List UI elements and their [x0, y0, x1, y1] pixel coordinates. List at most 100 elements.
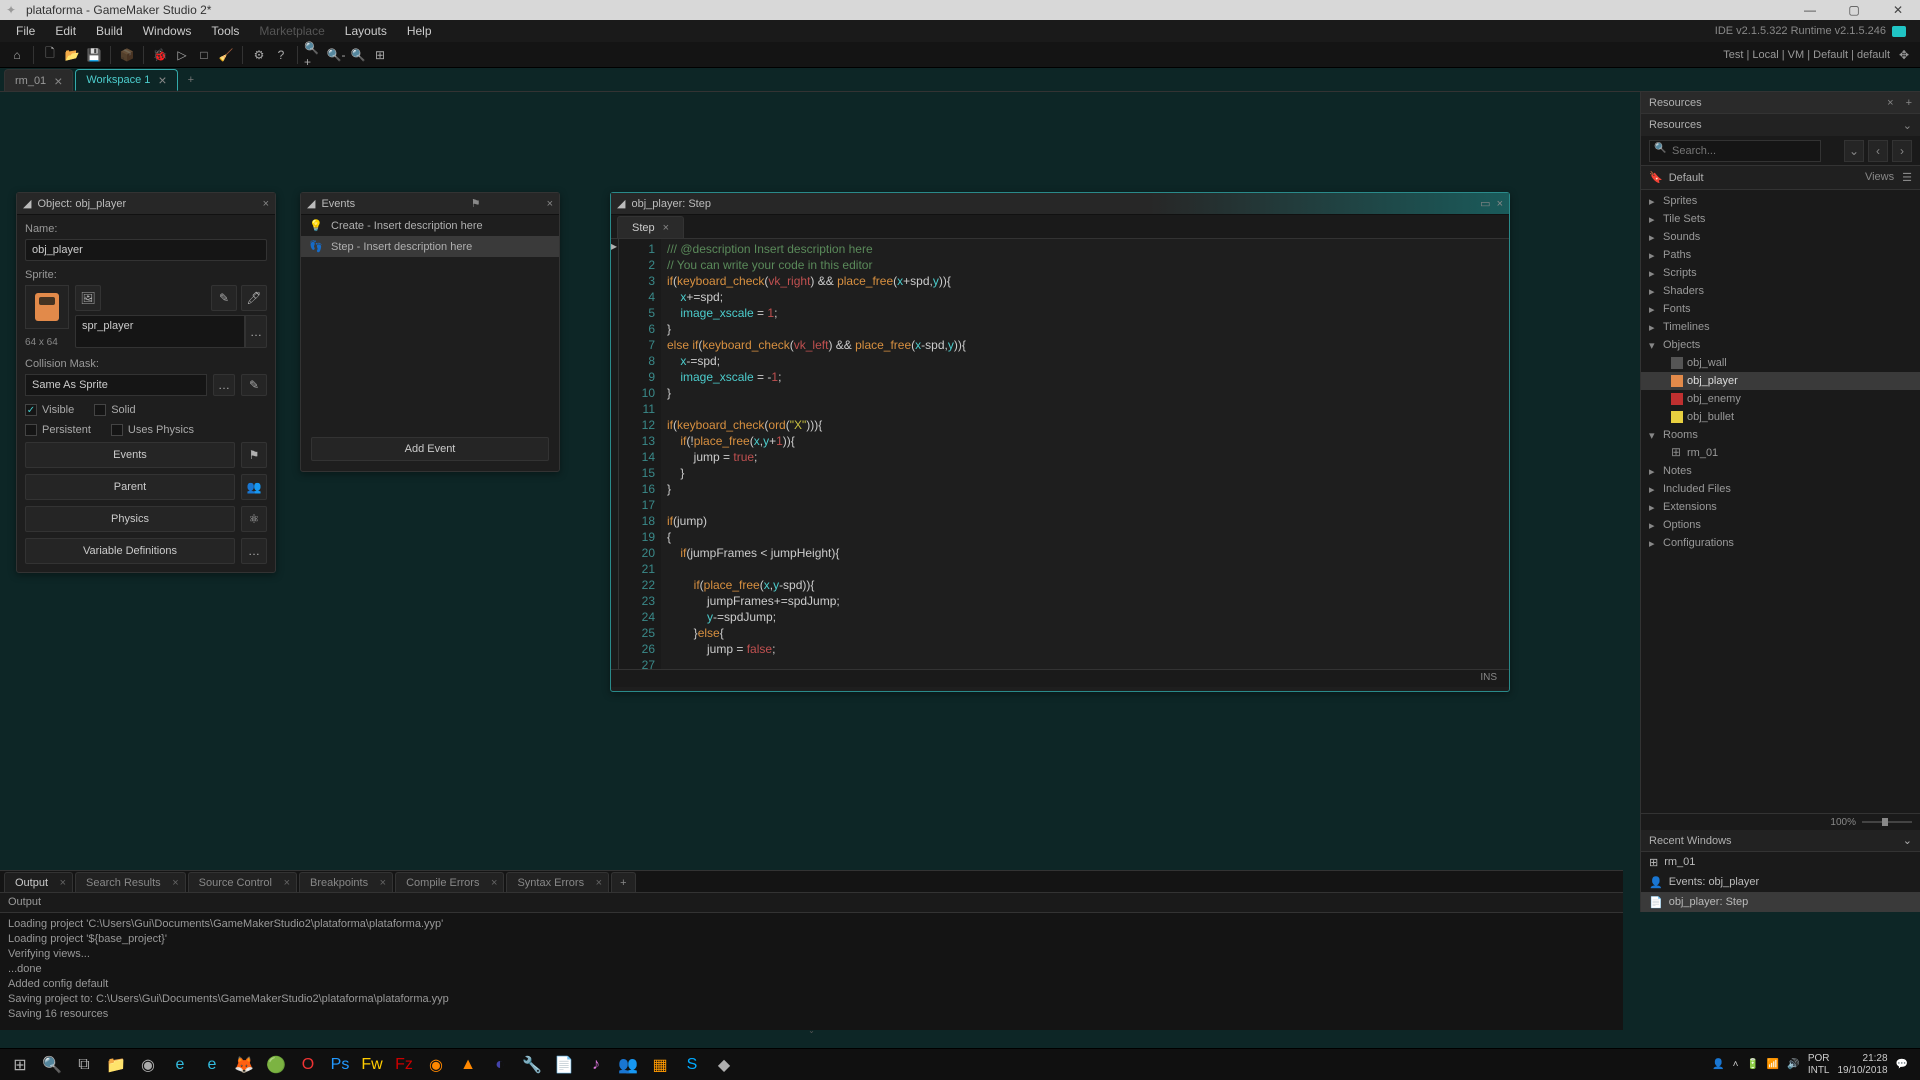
events-button[interactable]: Events	[25, 442, 235, 468]
open-project-button[interactable]: 📂	[62, 45, 82, 65]
stop-button[interactable]: □	[194, 45, 214, 65]
output-tab[interactable]: Source Control×	[188, 872, 297, 892]
physics-button[interactable]: Physics	[25, 506, 235, 532]
bookmark-icon[interactable]: 🔖	[1649, 171, 1663, 184]
notification-icon[interactable]	[1892, 26, 1906, 37]
clean-button[interactable]: 🧹	[216, 45, 236, 65]
tray-battery-icon[interactable]: 🔋	[1746, 1059, 1758, 1070]
output-tab[interactable]: Search Results×	[75, 872, 186, 892]
event-item[interactable]: 👣Step - Insert description here	[301, 236, 559, 257]
output-tab[interactable]: Syntax Errors×	[506, 872, 609, 892]
game-options-button[interactable]: ⚙	[249, 45, 269, 65]
tree-folder[interactable]: ▸Notes	[1641, 462, 1920, 480]
menu-windows[interactable]: Windows	[133, 21, 202, 41]
add-output-tab[interactable]: +	[611, 872, 635, 892]
chrome-icon[interactable]: 🟢	[260, 1051, 292, 1079]
tray-volume-icon[interactable]: 🔊	[1787, 1059, 1799, 1070]
target-string[interactable]: Test | Local | VM | Default | default	[1723, 49, 1894, 61]
clock-time[interactable]: 21:28	[1837, 1053, 1887, 1065]
steam-icon[interactable]: ◉	[132, 1051, 164, 1079]
tree-folder[interactable]: ▸Scripts	[1641, 264, 1920, 282]
sprite-select[interactable]: spr_player	[75, 315, 245, 348]
add-event-button[interactable]: Add Event	[311, 437, 549, 461]
eclipse-icon[interactable]: ◐	[484, 1051, 516, 1079]
panel-collapse-icon[interactable]: ◢	[23, 197, 31, 210]
mask-select[interactable]: Same As Sprite	[25, 374, 207, 396]
gamemaker-icon[interactable]: ◆	[708, 1051, 740, 1079]
menu-tools[interactable]: Tools	[201, 21, 249, 41]
search-dropdown-icon[interactable]: ⌄	[1844, 140, 1864, 162]
vardef-icon[interactable]: …	[241, 538, 267, 564]
discord-icon[interactable]: 👥	[612, 1051, 644, 1079]
search-icon[interactable]: 🔍	[36, 1051, 68, 1079]
tree-folder[interactable]: ▸Included Files	[1641, 480, 1920, 498]
ie-icon[interactable]: e	[164, 1051, 196, 1079]
close-icon[interactable]: ×	[158, 72, 166, 88]
mask-edit-button[interactable]: ✎	[241, 374, 267, 396]
output-tab[interactable]: Compile Errors×	[395, 872, 504, 892]
edit-sprite-button[interactable]: ✎	[211, 285, 237, 311]
code-tab-step[interactable]: Step ×	[617, 216, 684, 238]
zoom-slider[interactable]	[1862, 821, 1912, 823]
uses-physics-checkbox[interactable]: Uses Physics	[111, 424, 194, 436]
search-next-button[interactable]: ›	[1892, 140, 1912, 162]
menu-build[interactable]: Build	[86, 21, 133, 41]
save-button[interactable]: 💾	[84, 45, 104, 65]
workspace-canvas[interactable]: ◢ Object: obj_player × Name: Sprite: 64 …	[0, 92, 1225, 647]
persistent-checkbox[interactable]: Persistent	[25, 424, 91, 436]
tray-notifications-icon[interactable]: 💬	[1896, 1059, 1908, 1070]
zoom-in-button[interactable]: 🔍+	[304, 45, 324, 65]
file-explorer-icon[interactable]: 📁	[100, 1051, 132, 1079]
menu-marketplace[interactable]: Marketplace	[249, 21, 334, 41]
filezilla-icon[interactable]: Fz	[388, 1051, 420, 1079]
fold-gutter[interactable]: ▸	[611, 239, 619, 669]
opera-icon[interactable]: O	[292, 1051, 324, 1079]
code-editor[interactable]: ▸ 12345678910111213141516171819202122232…	[611, 239, 1509, 669]
resources-tab[interactable]: Resources × +	[1641, 92, 1920, 114]
close-icon[interactable]: ×	[54, 73, 62, 89]
tray-expand-icon[interactable]: ˄	[1733, 1059, 1739, 1070]
tree-folder[interactable]: ▸Configurations	[1641, 534, 1920, 552]
menu-file[interactable]: File	[6, 21, 45, 41]
sprite-preview[interactable]	[25, 285, 69, 329]
search-prev-button[interactable]: ‹	[1868, 140, 1888, 162]
visible-checkbox[interactable]: Visible	[25, 404, 74, 416]
close-window-button[interactable]: ✕	[1876, 0, 1920, 20]
chevron-down-icon[interactable]: ⌄	[1903, 119, 1912, 132]
views-menu-icon[interactable]: ☰	[1902, 171, 1912, 184]
tree-folder[interactable]: ▸Shaders	[1641, 282, 1920, 300]
minimize-button[interactable]: ―	[1788, 0, 1832, 20]
help-button[interactable]: ?	[271, 45, 291, 65]
close-icon[interactable]: ×	[263, 198, 269, 210]
zoom-reset-button[interactable]: 🔍	[348, 45, 368, 65]
sublime-icon[interactable]: ▦	[644, 1051, 676, 1079]
mask-expand-button[interactable]: …	[213, 374, 235, 396]
taskview-icon[interactable]: ⧉	[68, 1051, 100, 1079]
recent-window-item[interactable]: 📄obj_player: Step	[1641, 892, 1920, 912]
tree-folder[interactable]: ▸Sprites	[1641, 192, 1920, 210]
tree-folder[interactable]: ▸Fonts	[1641, 300, 1920, 318]
tree-folder[interactable]: ▸Sounds	[1641, 228, 1920, 246]
close-icon[interactable]: ×	[1887, 97, 1893, 109]
events-flag-icon[interactable]: ⚑	[471, 197, 481, 210]
recent-windows-header[interactable]: Recent Windows ⌄	[1641, 830, 1920, 852]
menu-layouts[interactable]: Layouts	[335, 21, 397, 41]
skype-icon[interactable]: S	[676, 1051, 708, 1079]
tree-folder[interactable]: ▸Tile Sets	[1641, 210, 1920, 228]
events-icon[interactable]: ⚑	[241, 442, 267, 468]
edit-image-button[interactable]: 🖊	[241, 285, 267, 311]
close-icon[interactable]: ×	[547, 198, 553, 210]
new-project-button[interactable]: 🗋	[40, 45, 60, 65]
tree-folder[interactable]: ▸Paths	[1641, 246, 1920, 264]
collapse-handle[interactable]: ⌄	[0, 1026, 1623, 1034]
chevron-down-icon[interactable]: ⌄	[1903, 834, 1912, 847]
lang2-label[interactable]: INTL	[1808, 1065, 1830, 1077]
recent-window-item[interactable]: ⊞rm_01	[1641, 852, 1920, 872]
tree-folder[interactable]: ▾Rooms	[1641, 426, 1920, 444]
physics-icon[interactable]: ⚛	[241, 506, 267, 532]
new-sprite-button[interactable]: 🖼	[75, 285, 101, 311]
event-item[interactable]: 💡Create - Insert description here	[301, 215, 559, 236]
resources-tree[interactable]: ▸Sprites▸Tile Sets▸Sounds▸Paths▸Scripts▸…	[1641, 190, 1920, 813]
itunes-icon[interactable]: ♪	[580, 1051, 612, 1079]
close-icon[interactable]: ×	[663, 222, 669, 234]
